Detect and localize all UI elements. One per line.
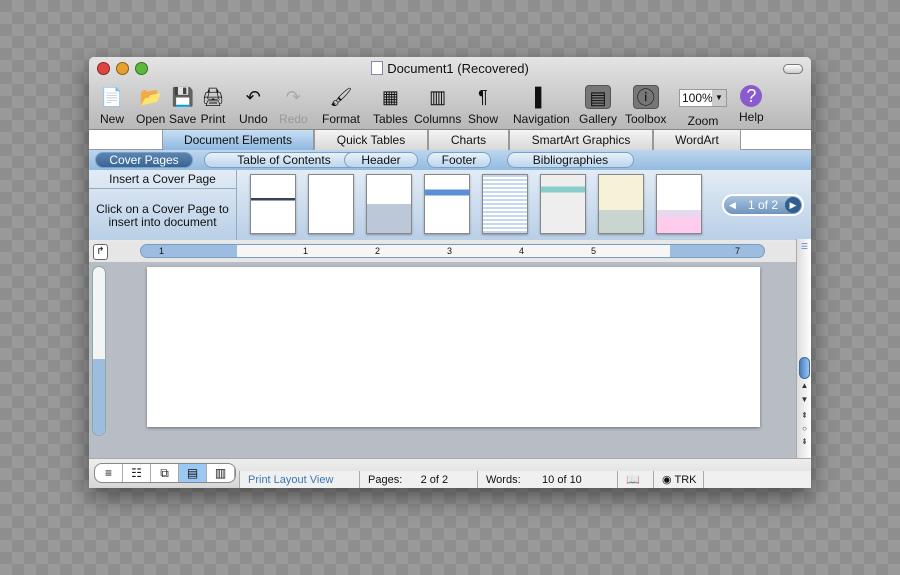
cover-page-thumbnail[interactable] bbox=[540, 174, 586, 234]
cover-page-thumbnail[interactable] bbox=[598, 174, 644, 234]
scroll-thumb[interactable] bbox=[799, 357, 810, 379]
word-window: Document1 (Recovered) 📄 New 📂 Open 💾 Save 🖨 Pri… bbox=[89, 57, 811, 488]
toolbar-toolbox-button[interactable]: ⓘ Toolbox bbox=[625, 85, 666, 126]
pages-count: Pages: 2 of 2 bbox=[359, 471, 477, 488]
toolbar-format-button[interactable]: 🖌 Format bbox=[322, 85, 360, 126]
toolbar-undo-button[interactable]: ↶ Undo bbox=[239, 85, 268, 126]
table-icon: ▦ bbox=[381, 87, 399, 107]
cover-page-thumbnail[interactable] bbox=[366, 174, 412, 234]
toolbar-tables-button[interactable]: ▦ Tables bbox=[373, 85, 408, 126]
document-page[interactable] bbox=[147, 267, 760, 427]
sub-tab[interactable]: Table of Contents bbox=[204, 152, 364, 168]
toolbar-open-button[interactable]: 📂 Open bbox=[136, 85, 165, 126]
ribbon-tabs: Document Elements Quick Tables Charts Smart… bbox=[89, 130, 811, 150]
save-icon: 💾 bbox=[171, 87, 194, 107]
sub-tabs: Cover Pages Table of Contents Header Footer… bbox=[89, 150, 811, 170]
brush-icon: 🖌 bbox=[329, 87, 353, 107]
scroll-up-icon[interactable]: ▲ bbox=[798, 380, 811, 392]
horizontal-ruler[interactable]: 1 1 2 3 4 5 7 bbox=[140, 244, 765, 258]
ruler-label: 1 bbox=[159, 246, 165, 256]
toolbar-zoom-button[interactable]: 100% ▼ Zoom bbox=[679, 85, 727, 128]
vertical-ruler[interactable] bbox=[92, 266, 106, 436]
toolbar-new-button[interactable]: 📄 New bbox=[99, 85, 125, 126]
ruler-label: 2 bbox=[375, 246, 381, 256]
toolbar-toggle-button[interactable] bbox=[783, 64, 803, 74]
toolbar-show-button[interactable]: ¶ Show bbox=[468, 85, 498, 126]
cover-page-thumbnail[interactable] bbox=[250, 174, 296, 234]
ruler-label: 3 bbox=[447, 246, 453, 256]
cover-page-gallery: Insert a Cover Page Click on a Cover Pag… bbox=[89, 170, 811, 240]
ribbon-tab[interactable]: Document Elements bbox=[162, 130, 314, 150]
toolbar-gallery-button[interactable]: ▤ Gallery bbox=[579, 85, 617, 126]
pilcrow-icon: ¶ bbox=[478, 87, 488, 107]
docx-icon bbox=[371, 61, 384, 75]
sub-tab[interactable]: Cover Pages bbox=[95, 152, 193, 168]
gallery-heading: Insert a Cover Page bbox=[89, 170, 236, 189]
toolbar-print-button[interactable]: 🖨 Print bbox=[200, 85, 226, 126]
outline-view-icon[interactable]: ☷ bbox=[123, 464, 151, 482]
browse-object-icon[interactable]: ○ bbox=[798, 423, 811, 435]
ribbon-tab[interactable]: WordArt bbox=[653, 130, 741, 150]
title-bar: Document1 (Recovered) 📄 New 📂 Open 💾 Save 🖨 Pri… bbox=[89, 57, 811, 130]
toolbar-save-button[interactable]: 💾 Save bbox=[169, 85, 196, 126]
redo-icon: ↷ bbox=[285, 87, 301, 107]
undo-icon: ↶ bbox=[245, 87, 261, 107]
print-icon: 🖨 bbox=[201, 87, 225, 107]
publishing-view-icon[interactable]: ⧉ bbox=[151, 464, 179, 482]
words-count: Words: 10 of 10 bbox=[477, 471, 617, 488]
zoom-select[interactable]: 100% ▼ bbox=[679, 89, 727, 107]
next-page-icon[interactable]: ▶ bbox=[785, 197, 801, 213]
sub-tab[interactable]: Footer bbox=[427, 152, 491, 168]
document-area bbox=[89, 262, 796, 458]
ribbon-tab[interactable]: Quick Tables bbox=[314, 130, 428, 150]
ruler-label: 1 bbox=[303, 246, 309, 256]
sub-tab[interactable]: Header bbox=[344, 152, 418, 168]
tab-stop-selector[interactable]: ↱ bbox=[93, 244, 108, 260]
draft-view-icon[interactable]: ≡ bbox=[95, 464, 123, 482]
sub-tab[interactable]: Bibliographies bbox=[507, 152, 634, 168]
toolbar-navigation-button[interactable]: ▌ Navigation bbox=[513, 85, 570, 126]
ribbon-tab[interactable]: Charts bbox=[428, 130, 509, 150]
toolbar-help-button[interactable]: ? Help bbox=[739, 85, 764, 124]
ruler-label: 5 bbox=[591, 246, 597, 256]
open-icon: 📂 bbox=[139, 87, 162, 107]
scroll-down-icon[interactable]: ▼ bbox=[798, 394, 811, 406]
window-title: Document1 (Recovered) bbox=[89, 61, 811, 76]
toolbox-icon: ⓘ bbox=[632, 85, 659, 109]
split-icon[interactable]: ☰ bbox=[798, 241, 811, 253]
ruler-label: 4 bbox=[519, 246, 525, 256]
chevron-down-icon: ▼ bbox=[712, 90, 726, 106]
view-switcher: ≡ ☷ ⧉ ▤ ▥ bbox=[94, 463, 236, 483]
horizontal-ruler-row: ↱ 1 1 2 3 4 5 7 bbox=[89, 242, 796, 262]
cover-page-thumbnail[interactable] bbox=[482, 174, 528, 234]
ribbon-tab[interactable]: SmartArt Graphics bbox=[509, 130, 653, 150]
ruler-label: 7 bbox=[735, 246, 741, 256]
previous-page-icon[interactable]: ⇞ bbox=[798, 410, 811, 422]
view-name: Print Layout View bbox=[239, 471, 359, 488]
resize-grip[interactable] bbox=[703, 471, 811, 488]
vertical-scrollbar[interactable]: ☰ ▲ ▼ ⇞ ○ ⇟ bbox=[796, 239, 811, 458]
next-page-icon[interactable]: ⇟ bbox=[798, 436, 811, 448]
notebook-view-icon[interactable]: ▥ bbox=[207, 464, 235, 482]
gallery-pager: ◀ 1 of 2 ▶ bbox=[722, 194, 804, 216]
new-document-icon: 📄 bbox=[100, 87, 124, 107]
navigation-icon: ▌ bbox=[534, 87, 548, 107]
print-layout-view-icon[interactable]: ▤ bbox=[179, 464, 207, 482]
previous-page-icon[interactable]: ◀ bbox=[729, 196, 736, 214]
toolbar-redo-button[interactable]: ↷ Redo bbox=[279, 85, 308, 126]
cover-page-thumbnail[interactable] bbox=[656, 174, 702, 234]
spelling-check-icon[interactable]: 📖 bbox=[617, 471, 653, 488]
gallery-hint: Click on a Cover Page to insert into doc… bbox=[96, 202, 229, 229]
help-icon: ? bbox=[740, 85, 763, 107]
columns-icon: ▥ bbox=[429, 87, 447, 107]
status-bar: ≡ ☷ ⧉ ▤ ▥ Print Layout View Pages: 2 of … bbox=[89, 458, 811, 488]
toolbar-columns-button[interactable]: ▥ Columns bbox=[414, 85, 461, 126]
track-changes[interactable]: ◉ TRK bbox=[653, 471, 703, 488]
cover-page-thumbnail[interactable] bbox=[308, 174, 354, 234]
gallery-icon: ▤ bbox=[585, 85, 611, 109]
cover-page-thumbnail[interactable] bbox=[424, 174, 470, 234]
